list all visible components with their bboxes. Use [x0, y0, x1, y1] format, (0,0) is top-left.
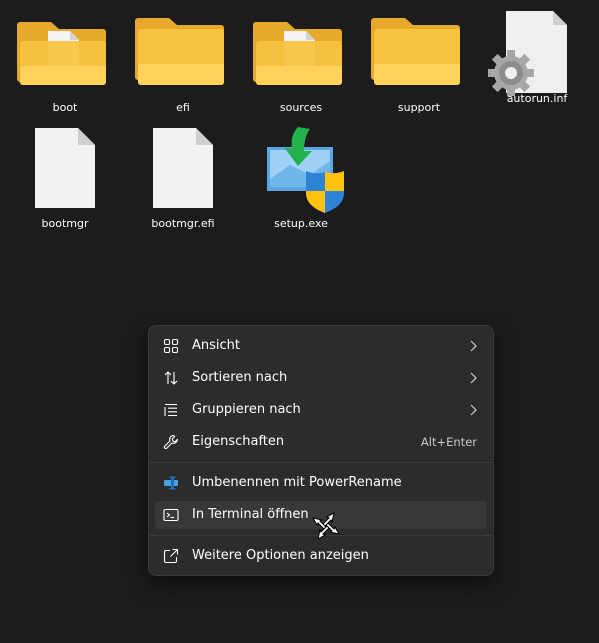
chevron-right-icon	[470, 404, 477, 416]
sort-arrows-icon	[164, 371, 178, 385]
item-label: bootmgr	[41, 217, 89, 230]
desktop-item-autorun[interactable]: autorun.inf	[482, 6, 592, 105]
desktop-item-bootmgr[interactable]: bootmgr	[10, 127, 120, 230]
desktop-item-boot[interactable]: boot	[10, 16, 120, 114]
file-icon	[10, 127, 120, 208]
menu-item-label: Umbenennen mit PowerRename	[192, 475, 402, 490]
menu-item-ansicht[interactable]: Ansicht	[155, 332, 487, 360]
menu-item-weitere-optionen[interactable]: Weitere Optionen anzeigen	[155, 542, 487, 570]
shortcut-label: Alt+Enter	[420, 435, 477, 449]
view-grid-icon	[163, 338, 179, 354]
folder-icon	[128, 16, 238, 96]
powerrename-icon	[164, 476, 178, 490]
menu-item-gruppieren-nach[interactable]: Gruppieren nach	[155, 396, 487, 424]
open-external-icon	[163, 548, 179, 564]
item-label: bootmgr.efi	[151, 217, 215, 230]
item-label: boot	[52, 101, 78, 114]
menu-item-label: Eigenschaften	[192, 434, 285, 449]
menu-item-sortieren-nach[interactable]: Sortieren nach	[155, 364, 487, 392]
menu-item-powerrename[interactable]: Umbenennen mit PowerRename	[155, 469, 487, 497]
setup-shield-icon	[246, 127, 356, 213]
chevron-right-icon	[470, 340, 477, 352]
item-label: sources	[279, 101, 323, 114]
settings-file-icon	[482, 6, 592, 96]
desktop-item-setup[interactable]: setup.exe	[246, 127, 356, 230]
item-label: support	[397, 101, 441, 114]
menu-item-label: Ansicht	[192, 338, 241, 353]
desktop-item-bootmgr-efi[interactable]: bootmgr.efi	[128, 127, 238, 230]
menu-item-label: Weitere Optionen anzeigen	[192, 548, 369, 563]
menu-item-label: Gruppieren nach	[192, 402, 301, 417]
terminal-icon	[163, 508, 179, 522]
desktop-item-efi[interactable]: efi	[128, 16, 238, 114]
item-label: setup.exe	[274, 217, 328, 230]
wrench-icon	[163, 434, 178, 450]
folder-icon	[364, 16, 474, 96]
chevron-right-icon	[470, 372, 477, 384]
menu-item-label: Sortieren nach	[192, 370, 288, 385]
group-list-icon	[164, 403, 177, 417]
desktop-item-support[interactable]: support	[364, 16, 474, 114]
desktop-item-sources[interactable]: sources	[246, 16, 356, 114]
menu-separator	[149, 462, 493, 463]
file-icon	[128, 127, 238, 208]
menu-item-eigenschaften[interactable]: Eigenschaften Alt+Enter	[155, 428, 487, 456]
menu-item-label: In Terminal öffnen	[192, 507, 309, 522]
folder-with-file-icon	[246, 16, 356, 96]
item-label: efi	[176, 101, 190, 114]
folder-with-file-icon	[10, 16, 120, 96]
move-cursor-icon	[312, 512, 340, 540]
